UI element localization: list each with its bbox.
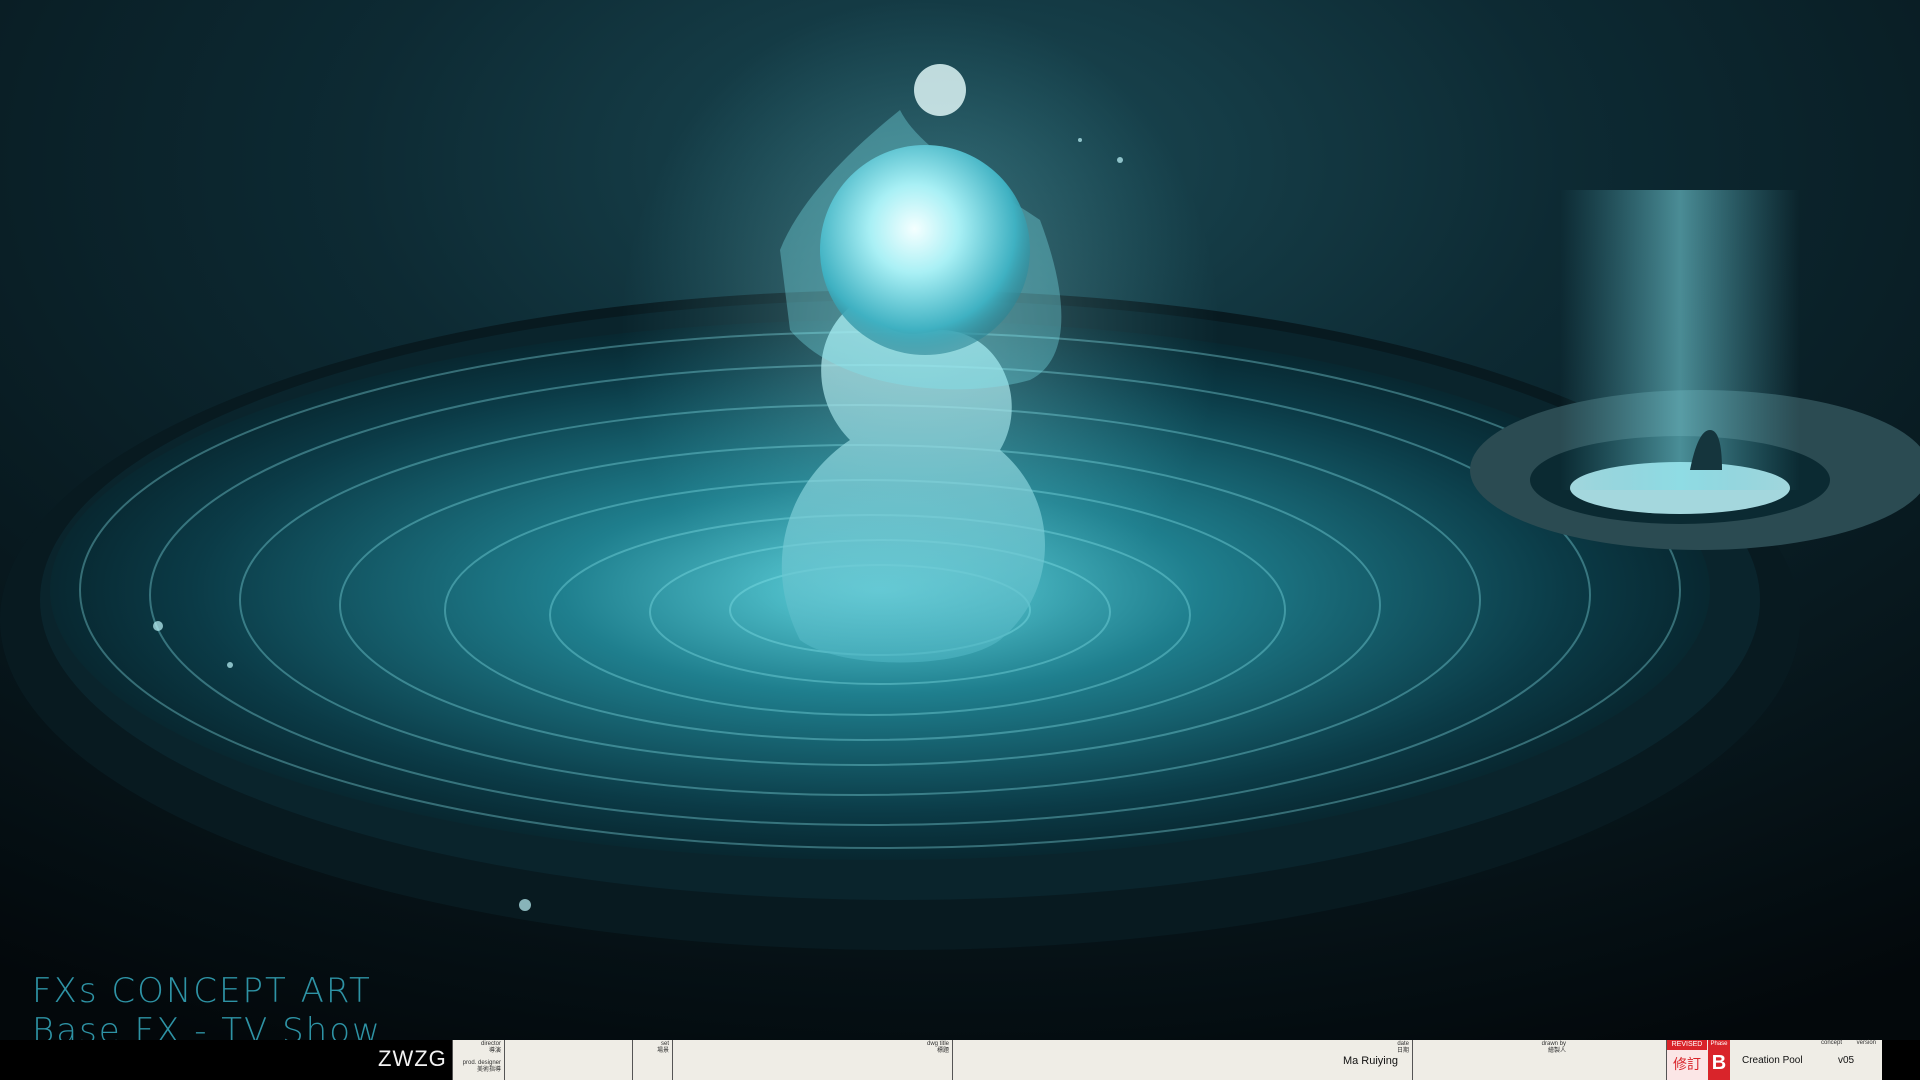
concept-art-title: FXs CONCEPT ART	[32, 971, 372, 1011]
concept-version-cell: concept version Creation Pool v05	[1734, 1040, 1882, 1080]
version-value: v05	[1838, 1055, 1855, 1066]
set-label-cn: 場景	[656, 1048, 669, 1054]
revised-label-cn: 修訂	[1673, 1056, 1701, 1072]
dwg-title-label: dwg title	[926, 1041, 949, 1047]
set-label: set	[660, 1041, 669, 1047]
concept-label: concept	[1820, 1040, 1842, 1046]
director-label-cn: 導演	[488, 1048, 501, 1054]
concept-artwork	[0, 0, 1920, 1080]
phase-value: B	[1711, 1052, 1727, 1074]
phase-label: Phase	[1710, 1041, 1728, 1047]
project-code: ZWZG	[378, 1046, 447, 1071]
director-value-cell	[504, 1040, 632, 1080]
drawn-by-label-cn: 繪製人	[1547, 1048, 1566, 1054]
concept-value: Creation Pool	[1742, 1055, 1803, 1066]
drawn-by-label: drawn by	[1541, 1041, 1566, 1047]
set-cell: set 場景	[632, 1040, 672, 1080]
revised-label: REVISED	[1667, 1040, 1707, 1050]
date-label-cn: 日期	[1396, 1048, 1409, 1054]
prod-designer-label: prod. designer	[462, 1060, 501, 1066]
director-cell: director 導演 prod. designer 美術指導	[452, 1040, 504, 1080]
date-cell: date 日期 Ma Ruiying	[952, 1040, 1412, 1080]
date-value: Ma Ruiying	[1342, 1055, 1398, 1067]
revised-stamp: REVISED 修訂	[1666, 1040, 1707, 1080]
concept-art-frame: FXs CONCEPT ART Base FX - TV Show ZWZG d…	[0, 0, 1920, 1080]
dwg-title-cell: dwg title 標題	[672, 1040, 952, 1080]
director-label: director	[480, 1041, 501, 1047]
drawn-by-cell: drawn by 繪製人	[1412, 1040, 1666, 1080]
prod-designer-label-cn: 美術指導	[476, 1067, 501, 1073]
dwg-title-label-cn: 標題	[936, 1048, 949, 1054]
drawing-title-block: director 導演 prod. designer 美術指導 set 場景 d…	[452, 1040, 1882, 1080]
version-label: version	[1856, 1040, 1876, 1046]
date-label: date	[1397, 1041, 1409, 1047]
phase-badge: Phase B	[1708, 1040, 1730, 1080]
